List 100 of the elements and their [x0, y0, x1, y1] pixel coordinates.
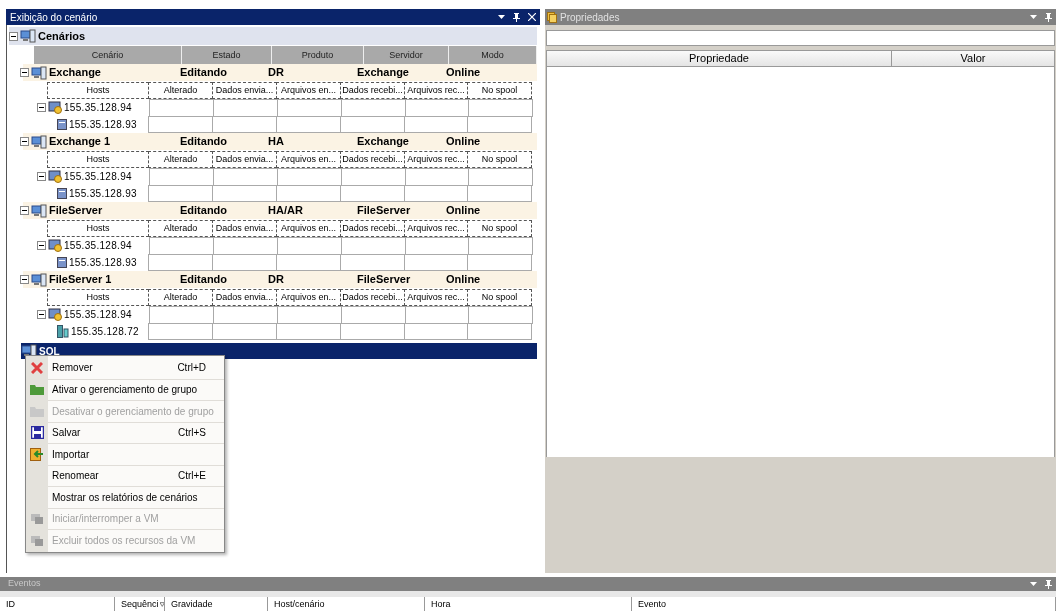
close-icon[interactable]	[528, 13, 536, 21]
scenario-row[interactable]: FileServer 1 Editando DR FileServer Online	[23, 271, 537, 288]
collapse-icon[interactable]	[9, 31, 18, 41]
column-header[interactable]: Valor	[891, 50, 1055, 67]
collapse-icon[interactable]	[20, 68, 29, 77]
cluster-icon	[57, 325, 69, 338]
column-header: No spool	[467, 82, 532, 99]
column-header[interactable]: Propriedade	[546, 50, 892, 67]
column-header: Dados envia...	[212, 289, 277, 306]
collapse-icon[interactable]	[37, 241, 46, 250]
scenario-row[interactable]: FileServer Editando HA/AR FileServer Online	[23, 202, 537, 219]
column-header: No spool	[467, 220, 532, 237]
column-header: Alterado	[148, 82, 213, 99]
column-header: Hosts	[47, 151, 149, 168]
scenario-row[interactable]: Exchange 1 Editando HA Exchange Online	[23, 133, 537, 150]
menu-item[interactable]: Mostrar os relatórios de cenários	[48, 486, 224, 508]
column-header: Hosts	[47, 82, 149, 99]
column-header: Alterado	[148, 220, 213, 237]
collapse-icon[interactable]	[20, 137, 29, 146]
host-address[interactable]: 155.35.128.94	[64, 169, 132, 184]
column-header: Dados recebi...	[340, 82, 405, 99]
menu-item[interactable]: Ativar o gerenciamento de grupo	[48, 378, 224, 400]
filter-icon[interactable]	[159, 601, 164, 607]
table-cell	[148, 323, 213, 340]
column-header: Arquivos en...	[276, 151, 341, 168]
column-header: Hosts	[47, 220, 149, 237]
menu-item[interactable]: Remover Ctrl+D	[48, 357, 224, 379]
scenario-product: HA	[268, 134, 285, 150]
collapse-icon[interactable]	[20, 206, 29, 215]
menu-item[interactable]: Salvar Ctrl+S	[48, 421, 224, 443]
panel-title: Propriedades	[560, 10, 620, 25]
properties-icon	[547, 11, 557, 23]
close-icon	[31, 361, 43, 374]
column-header: No spool	[467, 151, 532, 168]
column-header[interactable]: Evento	[632, 597, 1056, 611]
root-row[interactable]: Cenários	[9, 27, 537, 45]
column-header[interactable]: Sequênci	[115, 597, 165, 611]
menu-item[interactable]: Importar	[48, 443, 224, 465]
collapse-icon[interactable]	[20, 275, 29, 284]
column-header: Dados envia...	[212, 151, 277, 168]
panel-title: Exibição do cenário	[10, 10, 98, 25]
scenario-name: FileServer	[49, 203, 103, 219]
column-header: Arquivos en...	[276, 82, 341, 99]
save-icon	[30, 426, 44, 440]
column-header: Arquivos en...	[276, 220, 341, 237]
scenario-server: Exchange	[357, 65, 410, 81]
table-cell	[468, 99, 533, 117]
server-icon	[57, 119, 67, 130]
table-cell	[149, 306, 214, 324]
scenario-mode: Online	[446, 203, 481, 219]
network-icon	[31, 65, 47, 80]
column-header: Arquivos rec...	[404, 289, 468, 306]
scenario-state: Editando	[180, 203, 229, 219]
search-field[interactable]	[546, 30, 1055, 46]
dropdown-icon[interactable]	[498, 15, 505, 19]
host-address[interactable]: 155.35.128.94	[64, 100, 132, 115]
folder-icon	[30, 405, 44, 417]
scenario-state: Editando	[180, 134, 229, 150]
shortcut-label: Ctrl+D	[177, 361, 207, 376]
host-address[interactable]: 155.35.128.94	[64, 238, 132, 253]
scenario-name: FileServer 1	[49, 272, 112, 288]
table-cell	[149, 237, 214, 255]
server-warning-icon	[48, 308, 62, 321]
server-icon	[57, 188, 67, 199]
menu-item[interactable]: Renomear Ctrl+E	[48, 464, 224, 486]
collapse-icon[interactable]	[37, 310, 46, 319]
column-header[interactable]: Servidor	[364, 46, 449, 64]
column-header[interactable]: ID	[0, 597, 115, 611]
server-icon	[57, 257, 67, 268]
column-header: Dados recebi...	[340, 151, 405, 168]
column-header[interactable]: Produto	[272, 46, 364, 64]
table-cell	[468, 168, 533, 186]
column-header[interactable]: Cenário	[34, 46, 182, 64]
collapse-icon[interactable]	[37, 103, 46, 112]
scenario-state: Editando	[180, 65, 229, 81]
column-header[interactable]: Host/cenário	[268, 597, 425, 611]
host-address[interactable]: 155.35.128.93	[69, 255, 137, 270]
table-cell	[467, 185, 532, 202]
column-header[interactable]: Hora	[425, 597, 632, 611]
host-address[interactable]: 155.35.128.93	[69, 186, 137, 201]
host-address[interactable]: 155.35.128.94	[64, 307, 132, 322]
pin-icon[interactable]	[513, 12, 520, 22]
table-cell	[149, 168, 214, 186]
scenario-server: FileServer	[357, 203, 412, 219]
host-address[interactable]: 155.35.128.72	[71, 324, 139, 339]
column-header[interactable]: Gravidade	[165, 597, 268, 611]
scenario-name: Exchange	[49, 65, 101, 81]
host-address[interactable]: 155.35.128.93	[69, 117, 137, 132]
import-icon	[30, 447, 44, 461]
collapse-icon[interactable]	[37, 172, 46, 181]
network-icon	[31, 134, 47, 149]
table-cell	[467, 323, 532, 340]
column-header[interactable]: Modo	[449, 46, 537, 64]
column-header: Alterado	[148, 289, 213, 306]
column-header[interactable]: Estado	[182, 46, 272, 64]
column-header: Dados envia...	[212, 220, 277, 237]
scenario-row[interactable]: Exchange Editando DR Exchange Online	[23, 64, 537, 81]
scenario-mode: Online	[446, 272, 481, 288]
column-header: Arquivos en...	[276, 289, 341, 306]
table-cell	[468, 237, 533, 255]
